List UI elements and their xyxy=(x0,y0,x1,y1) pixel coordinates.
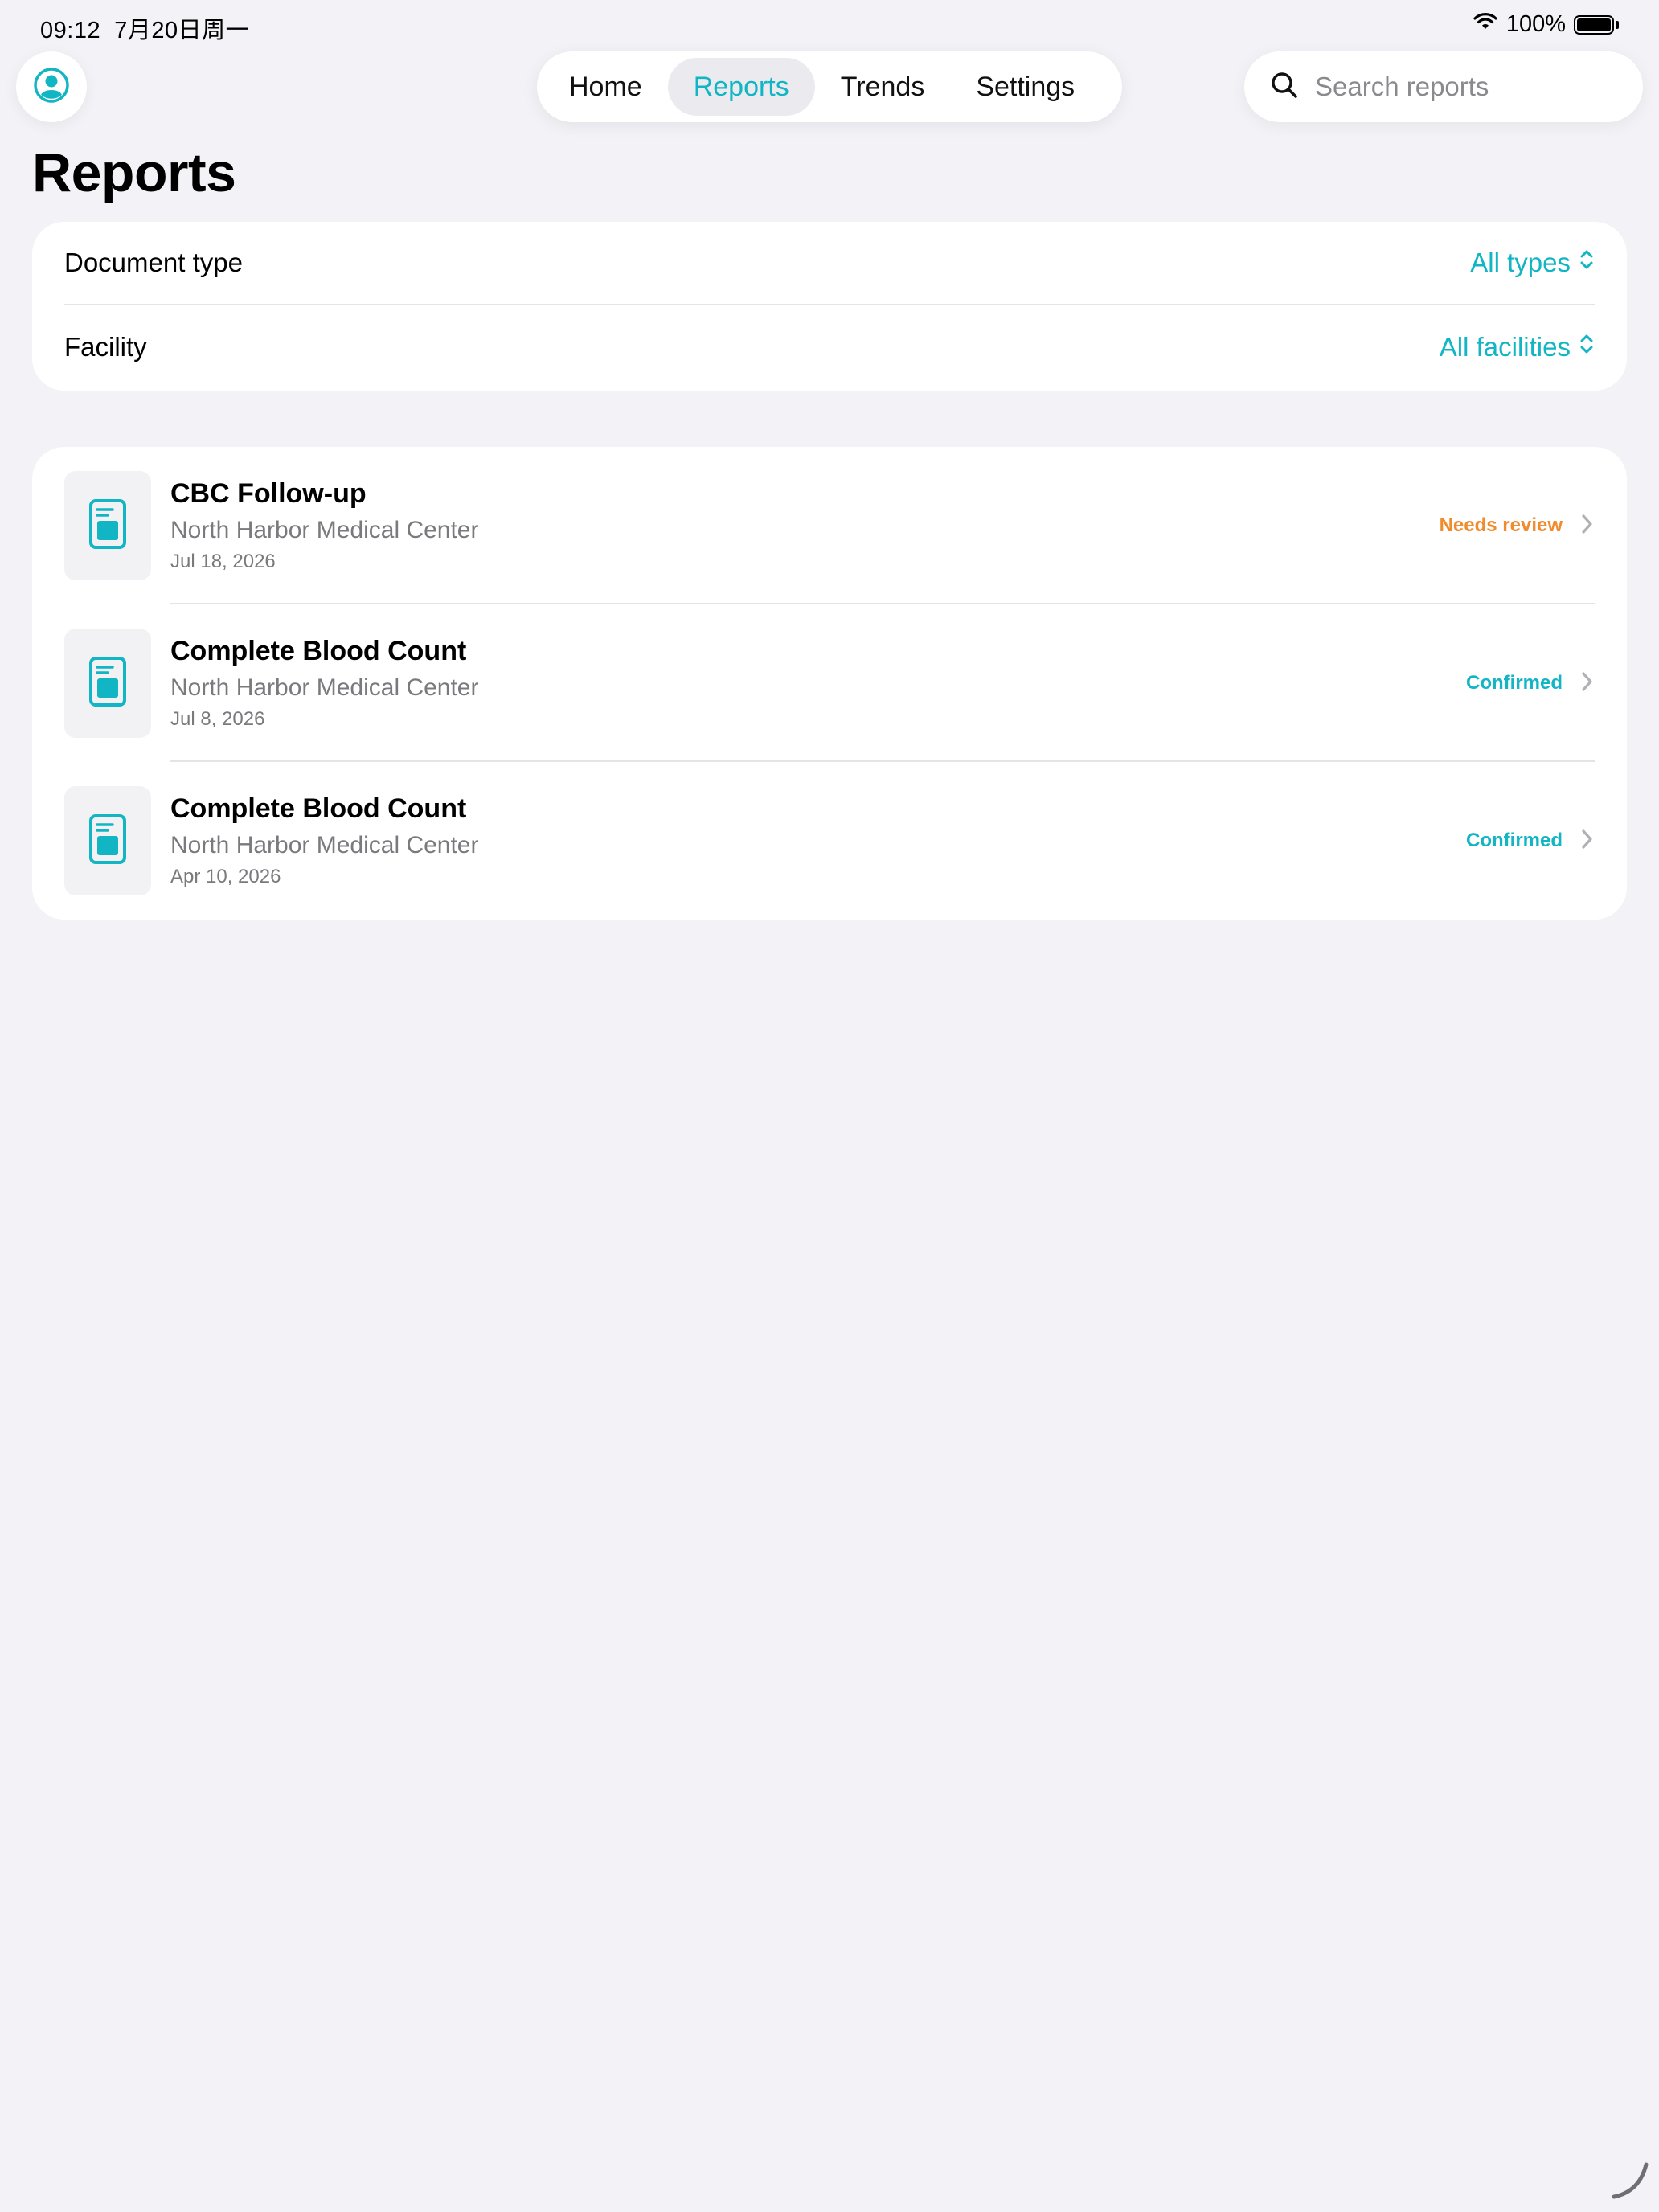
facility-picker[interactable]: All facilities xyxy=(1440,332,1595,363)
resize-handle-icon[interactable] xyxy=(1608,2157,1653,2206)
reports-screen: 09:12 7月20日周一 100% Home Reports Trends S… xyxy=(0,0,1659,2212)
status-bar-right: 100% xyxy=(1473,11,1619,38)
document-icon xyxy=(88,656,127,711)
filter-label: Facility xyxy=(64,332,147,362)
report-facility: North Harbor Medical Center xyxy=(170,832,479,858)
search-input[interactable] xyxy=(1315,72,1620,102)
filter-document-type[interactable]: Document type All types xyxy=(64,222,1595,305)
report-thumbnail xyxy=(64,629,151,738)
tab-home[interactable]: Home xyxy=(543,58,668,116)
document-icon xyxy=(88,813,127,869)
chevron-right-icon xyxy=(1580,670,1595,697)
profile-button[interactable] xyxy=(16,51,87,122)
battery-icon xyxy=(1574,14,1619,35)
search-icon xyxy=(1270,71,1299,104)
status-badge: Confirmed xyxy=(1466,672,1563,694)
report-row[interactable]: CBC Follow-up North Harbor Medical Cente… xyxy=(32,447,1627,604)
report-thumbnail xyxy=(64,471,151,580)
report-date: Jul 8, 2026 xyxy=(170,708,265,730)
filter-value: All types xyxy=(1470,248,1571,277)
tab-trends[interactable]: Trends xyxy=(815,58,951,116)
report-date: Apr 10, 2026 xyxy=(170,866,281,887)
tab-reports[interactable]: Reports xyxy=(667,58,815,116)
filter-facility[interactable]: Facility All facilities xyxy=(64,305,1595,389)
page-title: Reports xyxy=(32,142,236,203)
search-bar[interactable] xyxy=(1244,51,1643,122)
status-date: 7月20日周一 xyxy=(114,18,250,43)
report-row[interactable]: Complete Blood Count North Harbor Medica… xyxy=(32,762,1627,920)
tab-settings[interactable]: Settings xyxy=(950,58,1100,116)
chevron-right-icon xyxy=(1580,513,1595,539)
status-badge: Needs review xyxy=(1439,514,1563,536)
battery-percent: 100% xyxy=(1505,11,1566,37)
report-row[interactable]: Complete Blood Count North Harbor Medica… xyxy=(32,604,1627,762)
chevron-up-down-icon xyxy=(1579,248,1595,278)
filter-value: All facilities xyxy=(1439,332,1571,362)
report-title: Complete Blood Count xyxy=(170,793,467,824)
report-title: Complete Blood Count xyxy=(170,636,467,666)
report-date: Jul 18, 2026 xyxy=(170,551,276,572)
report-facility: North Harbor Medical Center xyxy=(170,517,479,543)
report-thumbnail xyxy=(64,786,151,895)
status-bar-time: 09:12 7月20日周一 xyxy=(40,11,249,45)
report-title: CBC Follow-up xyxy=(170,478,367,509)
filter-label: Document type xyxy=(64,248,243,277)
filter-card: Document type All types Facility All fac… xyxy=(32,222,1627,391)
chevron-up-down-icon xyxy=(1579,332,1595,363)
document-icon xyxy=(88,498,127,554)
document-type-picker[interactable]: All types xyxy=(1470,248,1595,278)
reports-list: CBC Follow-up North Harbor Medical Cente… xyxy=(32,447,1627,920)
status-badge: Confirmed xyxy=(1466,830,1563,851)
main-tab-bar: Home Reports Trends Settings xyxy=(537,51,1122,122)
wifi-icon xyxy=(1473,11,1498,38)
chevron-right-icon xyxy=(1580,828,1595,854)
profile-icon xyxy=(33,67,70,108)
report-facility: North Harbor Medical Center xyxy=(170,674,479,701)
status-time: 09:12 xyxy=(40,18,101,43)
